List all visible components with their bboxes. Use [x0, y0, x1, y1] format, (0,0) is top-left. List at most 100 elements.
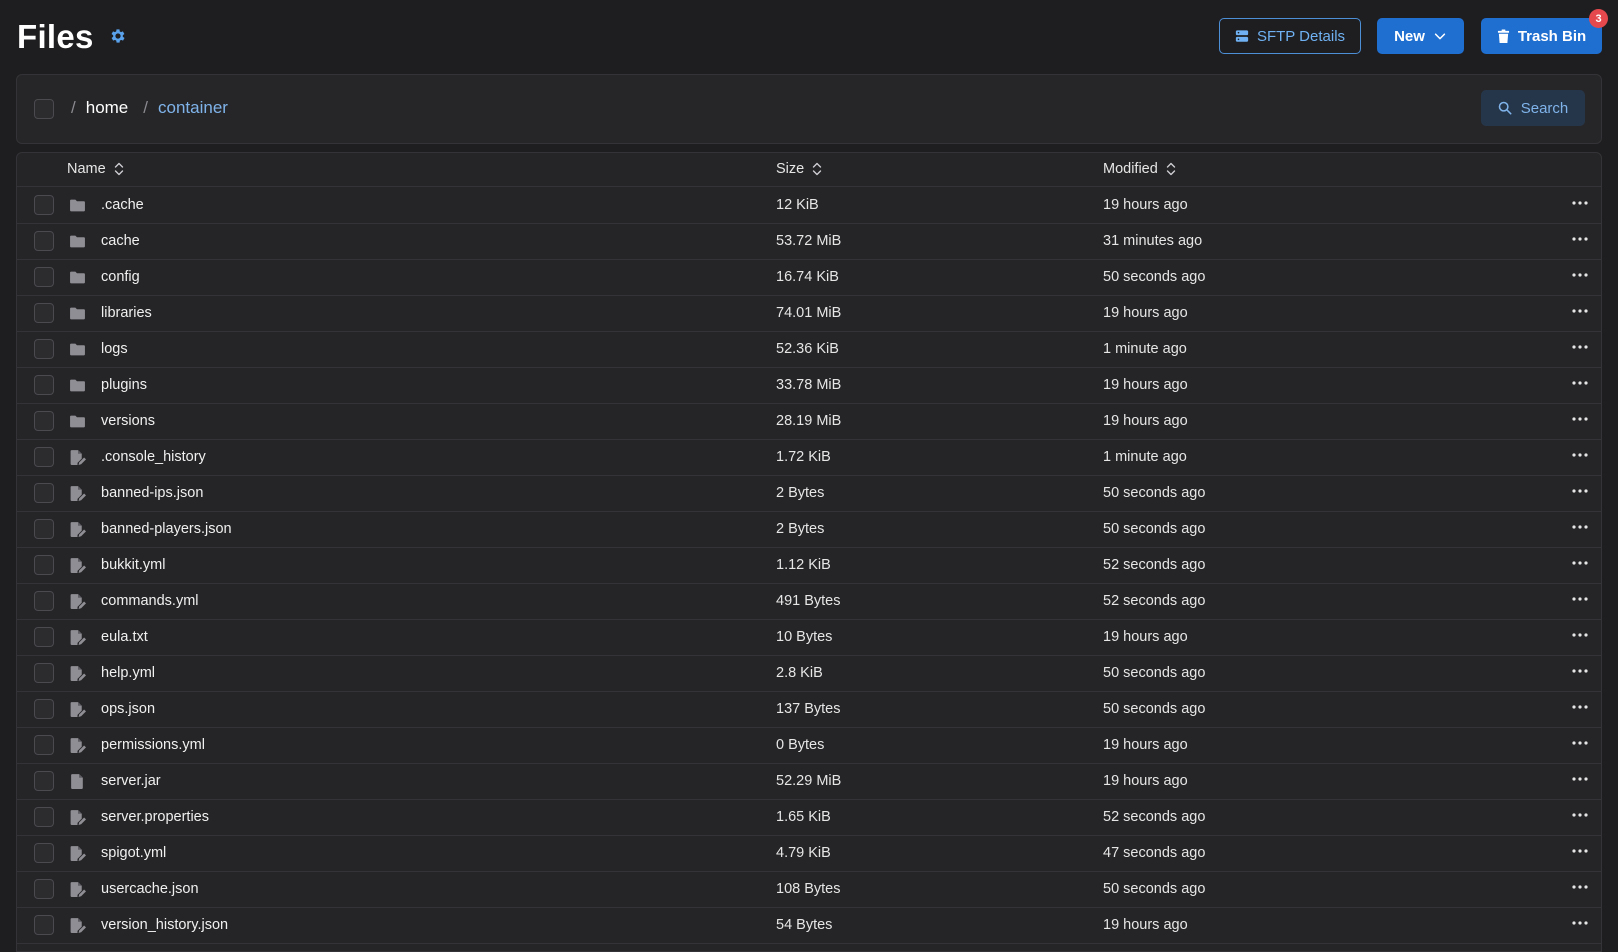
more-options-icon[interactable]: [1568, 913, 1592, 933]
row-checkbox[interactable]: [34, 627, 54, 647]
search-button[interactable]: Search: [1481, 90, 1585, 126]
more-options-icon[interactable]: [1568, 337, 1592, 357]
file-name[interactable]: logs: [101, 341, 128, 357]
file-name[interactable]: usercache.json: [101, 881, 199, 897]
file-name[interactable]: config: [101, 269, 140, 285]
table-row[interactable]: libraries 74.01 MiB 19 hours ago: [17, 295, 1601, 332]
select-all-checkbox[interactable]: [34, 99, 54, 119]
file-name[interactable]: server.properties: [101, 809, 209, 825]
table-row[interactable]: server.properties 1.65 KiB 52 seconds ago: [17, 799, 1601, 836]
column-header-modified[interactable]: Modified: [1103, 161, 1176, 177]
more-options-icon[interactable]: [1568, 769, 1592, 789]
more-options-icon[interactable]: [1568, 409, 1592, 429]
row-checkbox[interactable]: [34, 303, 54, 323]
table-row[interactable]: .console_history 1.72 KiB 1 minute ago: [17, 439, 1601, 476]
file-name[interactable]: server.jar: [101, 773, 161, 789]
more-options-icon[interactable]: [1568, 445, 1592, 465]
row-checkbox[interactable]: [34, 447, 54, 467]
table-row[interactable]: spigot.yml 4.79 KiB 47 seconds ago: [17, 835, 1601, 872]
more-options-icon[interactable]: [1568, 733, 1592, 753]
table-row[interactable]: cache 53.72 MiB 31 minutes ago: [17, 223, 1601, 260]
table-row[interactable]: commands.yml 491 Bytes 52 seconds ago: [17, 583, 1601, 620]
file-name[interactable]: permissions.yml: [101, 737, 205, 753]
table-row[interactable]: banned-ips.json 2 Bytes 50 seconds ago: [17, 475, 1601, 512]
row-checkbox[interactable]: [34, 339, 54, 359]
more-options-icon[interactable]: [1568, 373, 1592, 393]
table-row[interactable]: permissions.yml 0 Bytes 19 hours ago: [17, 727, 1601, 764]
table-row[interactable]: logs 52.36 KiB 1 minute ago: [17, 331, 1601, 368]
table-row[interactable]: .cache 12 KiB 19 hours ago: [17, 187, 1601, 224]
table-row[interactable]: eula.txt 10 Bytes 19 hours ago: [17, 619, 1601, 656]
new-label: New: [1394, 27, 1425, 45]
column-header-name[interactable]: Name: [67, 161, 124, 177]
row-checkbox[interactable]: [34, 771, 54, 791]
more-options-icon[interactable]: [1568, 697, 1592, 717]
more-options-icon[interactable]: [1568, 517, 1592, 537]
table-row[interactable]: server.jar 52.29 MiB 19 hours ago: [17, 763, 1601, 800]
more-options-icon[interactable]: [1568, 301, 1592, 321]
file-name[interactable]: plugins: [101, 377, 147, 393]
table-row[interactable]: usercache.json 108 Bytes 50 seconds ago: [17, 871, 1601, 908]
table-row[interactable]: version_history.json 54 Bytes 19 hours ago: [17, 907, 1601, 944]
table-row[interactable]: banned-players.json 2 Bytes 50 seconds ago: [17, 511, 1601, 548]
row-checkbox[interactable]: [34, 915, 54, 935]
more-options-icon[interactable]: [1568, 265, 1592, 285]
sftp-details-button[interactable]: SFTP Details: [1219, 18, 1361, 54]
more-options-icon[interactable]: [1568, 553, 1592, 573]
file-name[interactable]: banned-ips.json: [101, 485, 203, 501]
file-name[interactable]: bukkit.yml: [101, 557, 165, 573]
row-checkbox[interactable]: [34, 519, 54, 539]
more-options-icon[interactable]: [1568, 193, 1592, 213]
row-checkbox[interactable]: [34, 195, 54, 215]
file-name[interactable]: libraries: [101, 305, 152, 321]
breadcrumb-home-link[interactable]: home: [86, 98, 129, 118]
row-checkbox[interactable]: [34, 663, 54, 683]
row-checkbox[interactable]: [34, 483, 54, 503]
row-checkbox[interactable]: [34, 591, 54, 611]
more-options-icon[interactable]: [1568, 625, 1592, 645]
row-checkbox[interactable]: [34, 879, 54, 899]
row-checkbox[interactable]: [34, 411, 54, 431]
column-header-size[interactable]: Size: [776, 161, 822, 177]
table-row[interactable]: versions 28.19 MiB 19 hours ago: [17, 403, 1601, 440]
table-row[interactable]: plugins 33.78 MiB 19 hours ago: [17, 367, 1601, 404]
trash-bin-label: Trash Bin: [1517, 27, 1587, 45]
more-options-icon[interactable]: [1568, 481, 1592, 501]
file-name[interactable]: ops.json: [101, 701, 155, 717]
row-checkbox[interactable]: [34, 231, 54, 251]
more-options-icon[interactable]: [1568, 661, 1592, 681]
table-row[interactable]: config 16.74 KiB 50 seconds ago: [17, 259, 1601, 296]
row-checkbox[interactable]: [34, 555, 54, 575]
top-bar: Files SFTP Details New Trash Bin 3: [0, 0, 1618, 74]
table-row[interactable]: bukkit.yml 1.12 KiB 52 seconds ago: [17, 547, 1601, 584]
file-modified: 50 seconds ago: [1103, 521, 1206, 537]
file-name[interactable]: .cache: [101, 197, 144, 213]
more-options-icon[interactable]: [1568, 877, 1592, 897]
more-options-icon[interactable]: [1568, 805, 1592, 825]
row-checkbox[interactable]: [34, 735, 54, 755]
more-options-icon[interactable]: [1568, 589, 1592, 609]
file-name[interactable]: eula.txt: [101, 629, 148, 645]
trash-bin-button[interactable]: Trash Bin: [1481, 18, 1602, 54]
row-checkbox[interactable]: [34, 843, 54, 863]
file-name[interactable]: help.yml: [101, 665, 155, 681]
file-name[interactable]: versions: [101, 413, 155, 429]
row-checkbox[interactable]: [34, 699, 54, 719]
file-name[interactable]: commands.yml: [101, 593, 199, 609]
file-name[interactable]: .console_history: [101, 449, 206, 465]
sftp-details-label: SFTP Details: [1256, 27, 1346, 45]
table-row[interactable]: help.yml 2.8 KiB 50 seconds ago: [17, 655, 1601, 692]
row-checkbox[interactable]: [34, 267, 54, 287]
row-checkbox[interactable]: [34, 375, 54, 395]
folder-icon: [70, 307, 85, 320]
file-name[interactable]: banned-players.json: [101, 521, 232, 537]
more-options-icon[interactable]: [1568, 229, 1592, 249]
file-name[interactable]: cache: [101, 233, 140, 249]
more-options-icon[interactable]: [1568, 841, 1592, 861]
new-button[interactable]: New: [1377, 18, 1464, 54]
gear-icon[interactable]: [109, 27, 127, 45]
row-checkbox[interactable]: [34, 807, 54, 827]
file-name[interactable]: version_history.json: [101, 917, 228, 933]
file-name[interactable]: spigot.yml: [101, 845, 166, 861]
table-row[interactable]: ops.json 137 Bytes 50 seconds ago: [17, 691, 1601, 728]
